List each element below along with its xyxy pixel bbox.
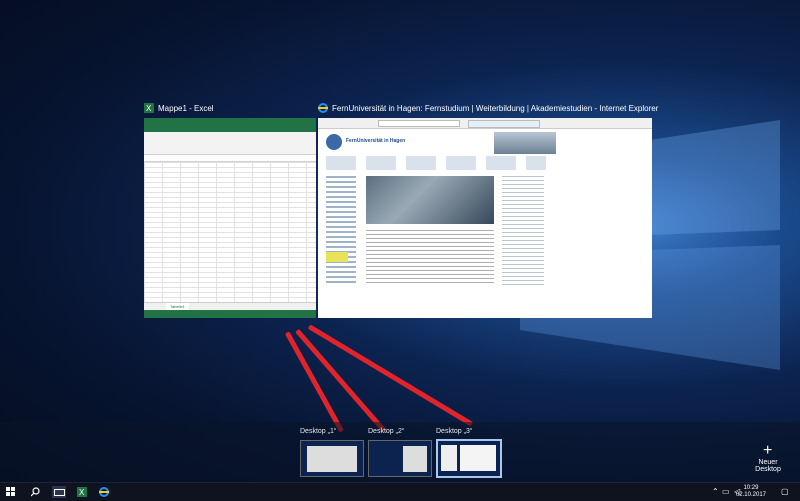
search-icon[interactable] xyxy=(30,486,42,498)
window-title-bar[interactable]: X Mappe1 - Excel xyxy=(144,100,214,116)
address-bar xyxy=(378,120,460,127)
action-center-icon[interactable]: ▢ xyxy=(781,487,789,496)
internet-explorer-icon xyxy=(318,103,328,113)
internet-explorer-taskbar-icon[interactable] xyxy=(98,486,110,498)
window-thumbnail[interactable]: Tabelle1 xyxy=(144,118,316,318)
network-icon[interactable]: ▭ xyxy=(722,487,730,496)
new-desktop-button[interactable]: Neuer Desktop xyxy=(748,459,788,473)
clock-time: 10:29 xyxy=(743,485,759,491)
task-view-icon[interactable] xyxy=(52,486,66,498)
browser-tab xyxy=(468,120,540,128)
desktop-2-window-preview xyxy=(403,446,427,472)
desktop-3-thumbnail[interactable] xyxy=(436,439,502,478)
site-navigation xyxy=(326,156,546,170)
desktop-2-label: Desktop „2“ xyxy=(368,428,405,435)
hero-photo xyxy=(366,176,494,224)
desktop-3-window-preview-ie xyxy=(460,445,496,471)
excel-taskbar-icon[interactable]: X xyxy=(76,486,88,498)
desktop-1-label: Desktop „1“ xyxy=(300,428,337,435)
window-title: FernUniversität in Hagen: Fernstudium | … xyxy=(332,103,659,113)
university-logo xyxy=(326,134,342,150)
window-title: Mappe1 - Excel xyxy=(158,103,214,113)
clock[interactable]: 10:29 02.10.2017 xyxy=(736,485,766,499)
site-header: FernUniversität in Hagen xyxy=(326,132,556,154)
taskbar: X ⌃ ▭ ◁ 10:29 02.10.2017 ▢ xyxy=(0,482,800,501)
ie-window[interactable]: FernUniversität in Hagen: Fernstudium | … xyxy=(318,100,658,318)
desktop-2-thumbnail[interactable] xyxy=(368,440,432,477)
add-desktop-icon[interactable]: + xyxy=(763,443,772,459)
desktop-1-thumbnail[interactable] xyxy=(300,440,364,477)
desktop-1-window-preview xyxy=(307,446,357,472)
ie-toolbar xyxy=(318,118,652,129)
header-image xyxy=(494,132,556,154)
desktop-3-label: Desktop „3“ xyxy=(436,428,473,435)
start-windows-icon[interactable] xyxy=(5,486,17,498)
svg-text:X: X xyxy=(79,488,85,497)
clock-date: 02.10.2017 xyxy=(735,492,766,498)
excel-window[interactable]: X Mappe1 - Excel Tabelle1 xyxy=(144,100,316,318)
article-text xyxy=(366,230,494,286)
svg-text:X: X xyxy=(146,104,152,113)
excel-ribbon xyxy=(144,132,316,155)
formula-bar xyxy=(144,155,316,162)
site-name: FernUniversität in Hagen xyxy=(346,138,406,144)
sidebar-banner xyxy=(326,252,348,262)
status-bar xyxy=(144,310,316,318)
window-thumbnail[interactable]: FernUniversität in Hagen xyxy=(318,118,652,318)
right-column xyxy=(502,176,544,286)
desktop-3-window-preview-excel xyxy=(441,445,457,471)
excel-icon: X xyxy=(144,103,154,113)
chevron-up-icon[interactable]: ⌃ xyxy=(712,487,719,496)
excel-titlebar xyxy=(144,118,316,126)
sidebar-links xyxy=(326,176,356,286)
window-title-bar[interactable]: FernUniversität in Hagen: Fernstudium | … xyxy=(318,100,658,116)
spreadsheet-grid xyxy=(144,162,316,302)
